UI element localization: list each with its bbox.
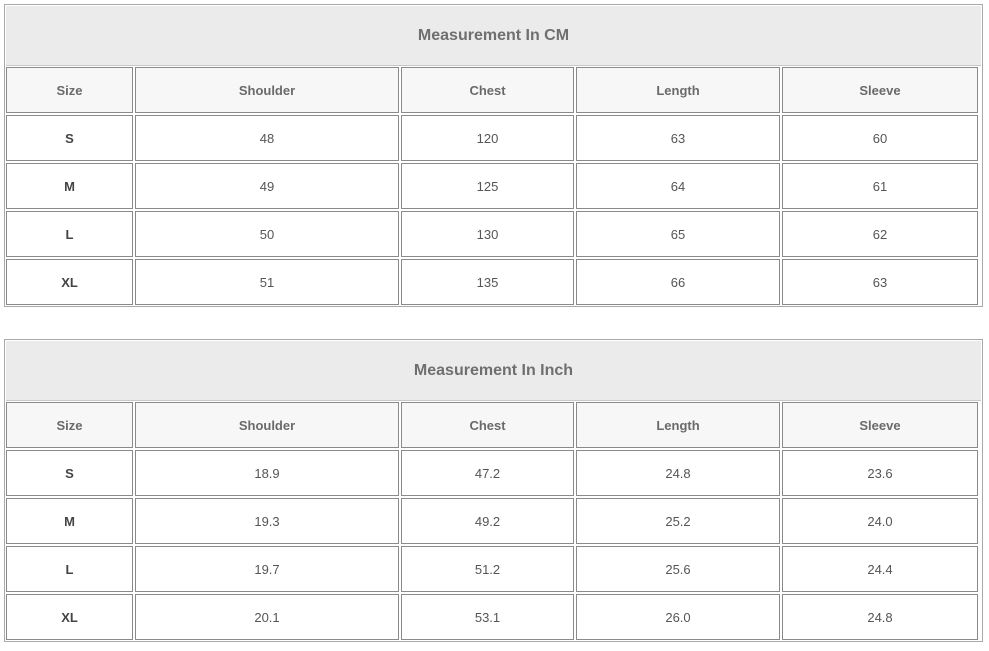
row-size-label: XL xyxy=(6,594,133,640)
chest-value: 53.1 xyxy=(401,594,574,640)
sleeve-value: 63 xyxy=(782,259,978,305)
chest-value: 47.2 xyxy=(401,450,574,496)
shoulder-value: 48 xyxy=(135,115,399,161)
table-title: Measurement In Inch xyxy=(6,341,981,401)
chest-value: 120 xyxy=(401,115,574,161)
row-size-label: L xyxy=(6,211,133,257)
column-header-length: Length xyxy=(576,67,780,113)
table-grid: Size Shoulder Chest Length Sleeve S 18.9… xyxy=(6,402,978,640)
shoulder-value: 51 xyxy=(135,259,399,305)
row-size-label: M xyxy=(6,498,133,544)
shoulder-value: 20.1 xyxy=(135,594,399,640)
shoulder-value: 18.9 xyxy=(135,450,399,496)
size-table-cm: Measurement In CM Size Shoulder Chest Le… xyxy=(4,4,983,307)
sleeve-value: 24.0 xyxy=(782,498,978,544)
row-size-label: S xyxy=(6,450,133,496)
column-header-chest: Chest xyxy=(401,67,574,113)
shoulder-value: 50 xyxy=(135,211,399,257)
row-size-label: S xyxy=(6,115,133,161)
column-header-length: Length xyxy=(576,402,780,448)
length-value: 63 xyxy=(576,115,780,161)
column-header-sleeve: Sleeve xyxy=(782,402,978,448)
table-grid: Size Shoulder Chest Length Sleeve S 48 1… xyxy=(6,67,978,305)
column-header-chest: Chest xyxy=(401,402,574,448)
row-size-label: XL xyxy=(6,259,133,305)
chest-value: 135 xyxy=(401,259,574,305)
shoulder-value: 19.7 xyxy=(135,546,399,592)
sleeve-value: 62 xyxy=(782,211,978,257)
row-size-label: L xyxy=(6,546,133,592)
length-value: 25.2 xyxy=(576,498,780,544)
shoulder-value: 49 xyxy=(135,163,399,209)
shoulder-value: 19.3 xyxy=(135,498,399,544)
sleeve-value: 60 xyxy=(782,115,978,161)
chest-value: 125 xyxy=(401,163,574,209)
sleeve-value: 23.6 xyxy=(782,450,978,496)
sleeve-value: 24.8 xyxy=(782,594,978,640)
column-header-shoulder: Shoulder xyxy=(135,402,399,448)
length-value: 66 xyxy=(576,259,780,305)
column-header-size: Size xyxy=(6,402,133,448)
sleeve-value: 24.4 xyxy=(782,546,978,592)
size-table-inch: Measurement In Inch Size Shoulder Chest … xyxy=(4,339,983,642)
column-header-shoulder: Shoulder xyxy=(135,67,399,113)
length-value: 25.6 xyxy=(576,546,780,592)
length-value: 24.8 xyxy=(576,450,780,496)
chest-value: 130 xyxy=(401,211,574,257)
length-value: 64 xyxy=(576,163,780,209)
column-header-size: Size xyxy=(6,67,133,113)
length-value: 65 xyxy=(576,211,780,257)
sleeve-value: 61 xyxy=(782,163,978,209)
chest-value: 49.2 xyxy=(401,498,574,544)
column-header-sleeve: Sleeve xyxy=(782,67,978,113)
length-value: 26.0 xyxy=(576,594,780,640)
row-size-label: M xyxy=(6,163,133,209)
table-title: Measurement In CM xyxy=(6,6,981,66)
chest-value: 51.2 xyxy=(401,546,574,592)
